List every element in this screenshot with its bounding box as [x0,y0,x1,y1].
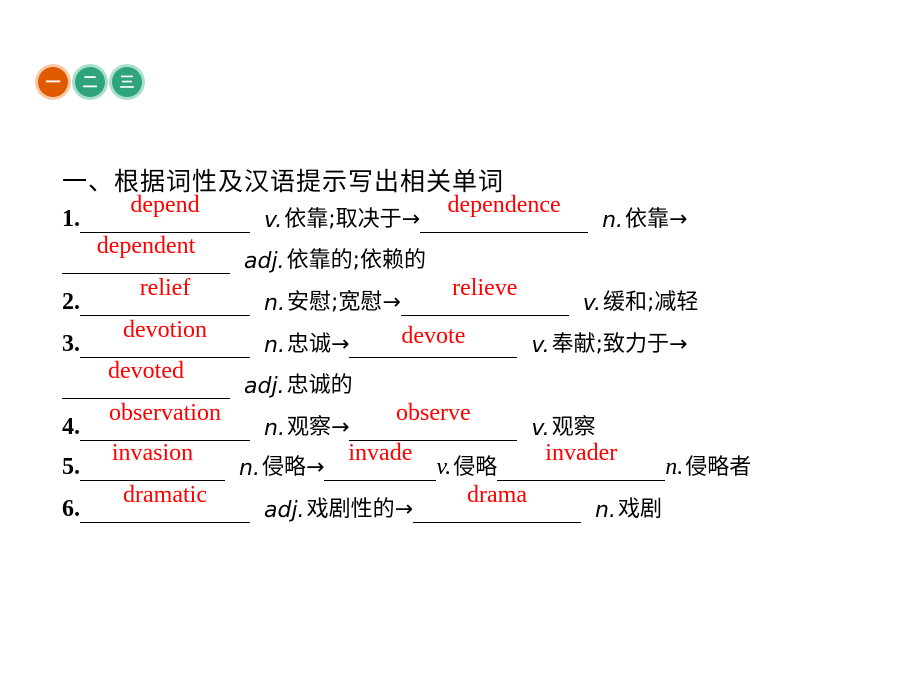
chinese-hint: 忠诚的 [286,373,353,398]
chinese-hint: 戏剧性的→ [306,497,413,522]
chinese-hint: 观察→ [286,415,350,440]
answer-blank[interactable]: dependence [420,192,589,233]
answer-text: invade [348,440,413,466]
item-number: 3. [62,331,80,357]
answer-blank[interactable]: depend [80,192,250,233]
part-of-speech: adj. [244,249,285,274]
answer-text: dependence [447,192,561,218]
part-of-speech: v. [531,416,550,441]
part-of-speech: adj. [264,498,305,523]
item-4-line-1: 4. observation n. 观察→ observe v. 观察 [62,400,596,441]
chinese-hint: 缓和;减轻 [603,290,699,315]
item-number: 5. [62,454,80,480]
answer-text: relief [139,275,191,301]
answer-text: devote [401,323,466,349]
part-of-speech: n. [264,291,285,316]
part-of-speech: n. [595,498,616,523]
section-tab-3[interactable]: 三 [112,67,142,97]
part-of-speech: n. [264,416,285,441]
item-number: 2. [62,289,80,315]
part-of-speech: v. [264,208,283,233]
chinese-hint: 戏剧 [617,497,662,522]
part-of-speech: n. [264,333,285,358]
answer-text: devoted [108,358,184,384]
chinese-hint: 依靠→ [625,207,688,232]
answer-text: drama [467,482,527,508]
chinese-hint: 观察 [551,415,596,440]
answer-blank[interactable]: observation [80,400,250,441]
chinese-hint: 忠诚→ [286,332,350,357]
item-3-line-2: devoted adj. 忠诚的 [62,358,353,399]
item-number: 4. [62,414,80,440]
part-of-speech: v. [531,333,550,358]
item-number: 1. [62,206,80,232]
answer-blank[interactable]: devotion [80,317,250,358]
part-of-speech: n. [239,456,260,481]
item-3-line-1: 3. devotion n. 忠诚→ devote v. 奉献;致力于→ [62,317,688,358]
item-2-line-1: 2. relief n. 安慰;宽慰→ relieve v. 缓和;减轻 [62,275,699,316]
section-nav: 一 二 三 [38,67,142,97]
answer-blank[interactable]: observe [349,400,518,441]
answer-blank[interactable]: drama [413,482,581,523]
chinese-hint: 侵略 [453,455,498,480]
part-of-speech: v. [582,291,602,316]
answer-blank[interactable]: invader [497,440,666,481]
section-tab-2[interactable]: 二 [75,67,105,97]
part-of-speech: v. [436,454,452,480]
part-of-speech: n. [665,454,684,480]
answer-blank[interactable]: dramatic [80,482,250,523]
answer-blank[interactable]: dependent [62,233,230,274]
answer-text: relieve [452,275,518,301]
answer-blank[interactable]: relief [80,275,250,316]
chinese-hint: 安慰;宽慰→ [286,290,401,315]
item-number: 6. [62,496,80,522]
answer-text: depend [130,192,200,218]
answer-blank[interactable]: devote [349,323,518,358]
chinese-hint: 依靠的;依赖的 [286,248,426,273]
answer-text: dependent [96,233,196,259]
answer-blank[interactable]: invasion [80,440,225,481]
chinese-hint: 奉献;致力于→ [551,332,688,357]
answer-text: invader [545,440,618,466]
answer-text: observation [109,400,221,426]
answer-text: invasion [111,440,194,466]
chinese-hint: 侵略→ [261,455,325,480]
answer-text: dramatic [123,482,207,508]
item-5-line-1: 5. invasion n. 侵略→ invade v. 侵略 invader … [62,440,752,481]
chinese-hint: 侵略者 [685,455,752,480]
part-of-speech: adj. [244,374,285,399]
item-6-line-1: 6. dramatic adj. 戏剧性的→ drama n. 戏剧 [62,482,662,523]
part-of-speech: n. [602,208,624,233]
section-tab-1[interactable]: 一 [38,67,68,97]
answer-blank[interactable]: devoted [62,358,230,399]
item-1-line-1: 1. depend v. 依靠;取决于→ dependence n. 依靠→ [62,192,688,233]
answer-blank[interactable]: invade [324,440,437,481]
answer-text: devotion [123,317,207,343]
answer-text: observe [396,400,471,426]
item-1-line-2: dependent adj. 依靠的;依赖的 [62,233,426,274]
answer-blank[interactable]: relieve [400,275,569,316]
chinese-hint: 依靠;取决于→ [284,207,421,232]
